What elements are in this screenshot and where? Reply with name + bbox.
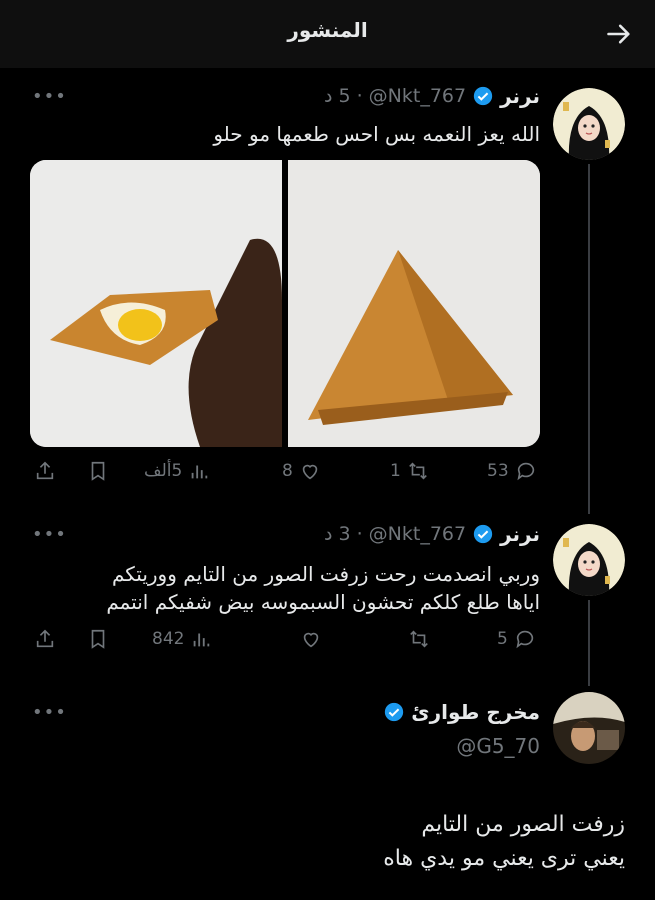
bookmark-button[interactable] bbox=[87, 460, 109, 482]
avatar[interactable] bbox=[553, 88, 625, 160]
post-3[interactable]: مخرج طوارئ ••• @G5_70 زرفت الصور من التا… bbox=[0, 690, 655, 900]
reply-button[interactable]: 53 bbox=[487, 460, 537, 482]
like-button[interactable] bbox=[300, 628, 322, 650]
repost-icon bbox=[410, 630, 428, 648]
post-text-line: يعني ترى يعني مو يدي هاه bbox=[383, 846, 625, 871]
display-name[interactable]: مخرج طوارئ bbox=[411, 700, 540, 724]
post-meta: نرنر @Nkt_767 · 3 د bbox=[324, 522, 540, 546]
reply-count: 53 bbox=[487, 461, 509, 481]
post-actions: 53 1 8 5ألف bbox=[32, 460, 542, 486]
thread-line bbox=[588, 164, 590, 514]
post-text-line: اياها طلع كلكم تحشون السبموسه بيض شفيكم … bbox=[106, 590, 540, 614]
top-bar: المنشور bbox=[0, 0, 655, 68]
username[interactable]: @Nkt_767 bbox=[369, 85, 466, 107]
views-icon bbox=[194, 633, 210, 647]
repost-count: 1 bbox=[390, 461, 401, 481]
post-text: زرفت الصور من التايم يعني ترى يعني مو يد… bbox=[383, 808, 625, 876]
samosa-bitten-image[interactable] bbox=[30, 160, 282, 447]
reply-count: 5 bbox=[497, 629, 508, 649]
samosa-whole-image[interactable] bbox=[288, 160, 540, 447]
bookmark-icon bbox=[91, 461, 105, 481]
post-meta: مخرج طوارئ bbox=[383, 700, 540, 724]
like-count: 8 bbox=[282, 461, 293, 481]
views-button[interactable]: 842 bbox=[152, 628, 212, 650]
share-icon bbox=[36, 461, 54, 480]
thread-line bbox=[588, 600, 590, 686]
repost-button[interactable] bbox=[408, 628, 430, 650]
more-options-icon[interactable]: ••• bbox=[32, 524, 67, 545]
like-button[interactable]: 8 bbox=[282, 460, 321, 482]
verified-badge-icon bbox=[473, 524, 493, 544]
reply-icon bbox=[516, 630, 533, 649]
verified-badge-icon bbox=[473, 86, 493, 106]
username[interactable]: @G5_70 bbox=[456, 734, 540, 758]
media-gallery[interactable] bbox=[30, 160, 540, 447]
repost-button[interactable]: 1 bbox=[390, 460, 429, 482]
views-count: 5ألف bbox=[144, 461, 183, 481]
post-meta: نرنر @Nkt_767 · 5 د bbox=[324, 84, 540, 108]
verified-badge-icon bbox=[385, 702, 404, 722]
post-text-line: وربي انصدمت رحت زرفت الصور من التايم وور… bbox=[111, 562, 540, 586]
post-2[interactable]: نرنر @Nkt_767 · 3 د ••• وربي انصدمت رحت … bbox=[0, 522, 655, 686]
bookmark-icon bbox=[91, 629, 105, 649]
share-button[interactable] bbox=[34, 628, 56, 650]
timestamp: · 5 د bbox=[323, 85, 363, 107]
bookmark-button[interactable] bbox=[87, 628, 109, 650]
page-title: المنشور bbox=[287, 18, 368, 42]
timestamp: · 3 د bbox=[323, 523, 363, 545]
post-1[interactable]: نرنر @Nkt_767 · 5 د ••• الله يعز النعمه … bbox=[0, 84, 655, 514]
username[interactable]: @Nkt_767 bbox=[369, 523, 466, 545]
reply-button[interactable]: 5 bbox=[497, 628, 536, 650]
avatar[interactable] bbox=[553, 692, 625, 764]
more-options-icon[interactable]: ••• bbox=[32, 86, 67, 107]
post-text-line: زرفت الصور من التايم bbox=[421, 812, 625, 837]
repost-icon bbox=[408, 462, 427, 480]
views-button[interactable]: 5ألف bbox=[144, 460, 210, 482]
post-text: الله يعز النعمه بس احس طعمها مو حلو bbox=[213, 122, 540, 146]
views-icon bbox=[192, 465, 208, 479]
more-options-icon[interactable]: ••• bbox=[32, 702, 67, 723]
share-button[interactable] bbox=[34, 460, 56, 482]
display-name[interactable]: نرنر bbox=[500, 522, 540, 546]
share-icon bbox=[36, 629, 54, 648]
post-text: وربي انصدمت رحت زرفت الصور من التايم وور… bbox=[106, 560, 540, 616]
reply-icon bbox=[517, 462, 534, 481]
heart-icon bbox=[303, 632, 319, 648]
views-count: 842 bbox=[152, 629, 185, 649]
post-actions: 5 842 bbox=[32, 628, 542, 654]
display-name[interactable]: نرنر bbox=[500, 84, 540, 108]
avatar[interactable] bbox=[553, 524, 625, 596]
arrow-right-icon[interactable] bbox=[605, 20, 633, 48]
heart-icon bbox=[302, 464, 318, 480]
